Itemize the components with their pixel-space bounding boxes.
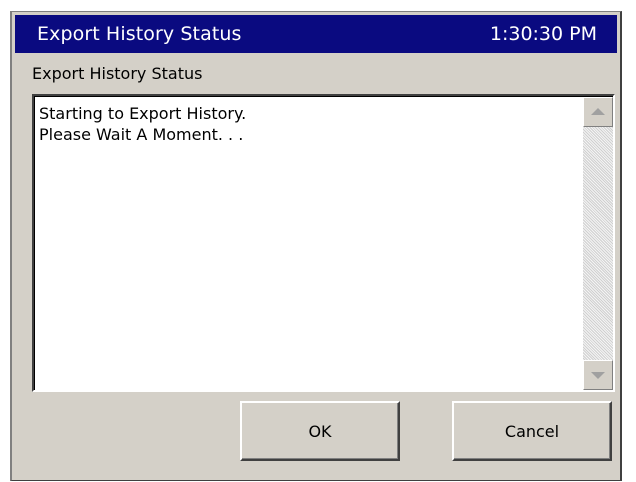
title-bar: Export History Status 1:30:30 PM bbox=[15, 15, 617, 53]
cancel-button[interactable]: Cancel bbox=[452, 401, 612, 461]
status-line: Starting to Export History. bbox=[39, 104, 247, 123]
clock-time: 1:30:30 PM bbox=[489, 23, 597, 45]
status-text-area[interactable]: Starting to Export History. Please Wait … bbox=[32, 94, 615, 392]
scroll-up-arrow-icon bbox=[591, 108, 605, 115]
scroll-down-arrow-icon bbox=[591, 372, 605, 379]
scroll-down-button[interactable] bbox=[583, 360, 613, 390]
ok-button[interactable]: OK bbox=[240, 401, 400, 461]
scroll-up-button[interactable] bbox=[583, 97, 613, 127]
window-title: Export History Status bbox=[37, 23, 242, 45]
status-text-content: Starting to Export History. Please Wait … bbox=[39, 103, 579, 145]
export-history-dialog: Export History Status 1:30:30 PM Export … bbox=[10, 11, 622, 481]
vertical-scrollbar[interactable] bbox=[583, 97, 613, 390]
status-line: Please Wait A Moment. . . bbox=[39, 125, 244, 144]
status-group-label: Export History Status bbox=[32, 64, 203, 83]
status-text-area-inner: Starting to Export History. Please Wait … bbox=[34, 96, 613, 390]
